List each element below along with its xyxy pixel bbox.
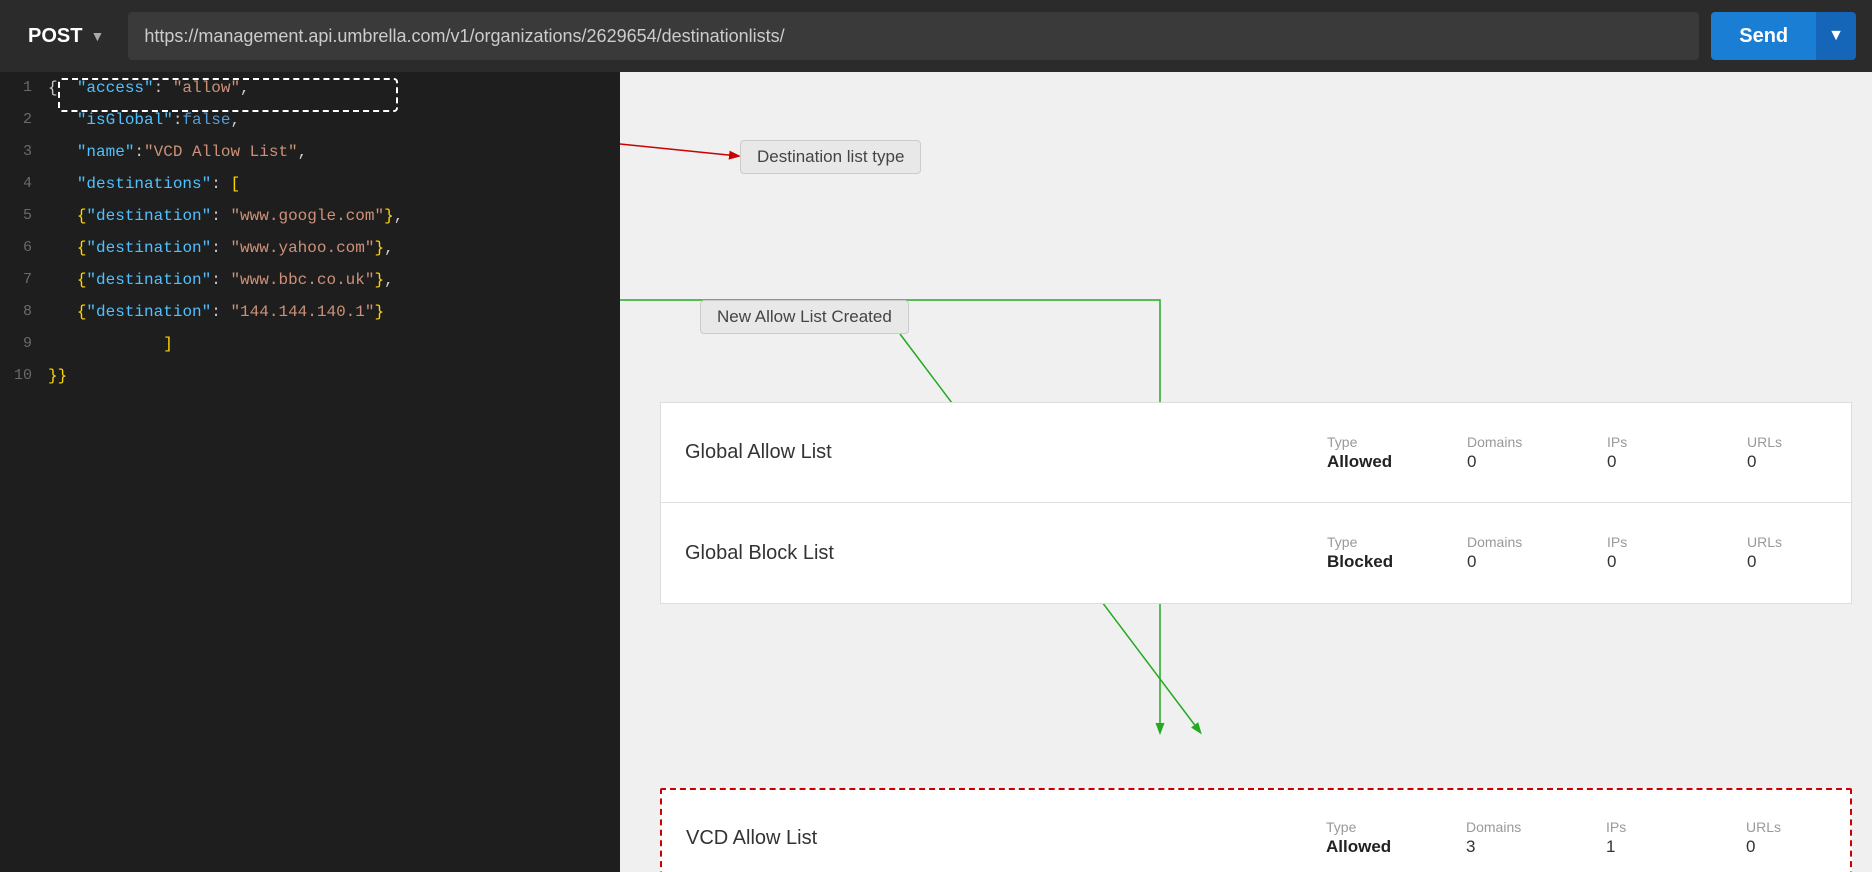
stat-ips-vcd-allow: IPs 1	[1606, 819, 1686, 857]
send-button[interactable]: Send	[1711, 12, 1816, 60]
line-num-10: 10	[0, 362, 48, 390]
row-stats-vcd-allow: Type Allowed Domains 3 IPs 1 URLs 0	[1326, 819, 1826, 857]
line-content-10: }}	[48, 362, 67, 390]
stat-domains-vcd-allow: Domains 3	[1466, 819, 1546, 857]
new-allow-list-label: New Allow List Created	[700, 300, 909, 334]
line-num-5: 5	[0, 202, 48, 230]
row-name-global-allow: Global Allow List	[685, 441, 965, 464]
line-num-6: 6	[0, 234, 48, 262]
line-content-6: {"destination": "www.yahoo.com"},	[48, 234, 394, 262]
code-line-9: 9 ]	[0, 328, 620, 360]
stat-domains-global-allow: Domains 0	[1467, 434, 1547, 472]
code-line-4: 4 "destinations": [	[0, 168, 620, 200]
url-input[interactable]	[128, 12, 1699, 60]
line-content-2: "isGlobal":false,	[48, 106, 240, 134]
stat-urls-global-block: URLs 0	[1747, 534, 1827, 572]
destination-lists-table: Global Allow List Type Allowed Domains 0…	[660, 402, 1852, 604]
line-content-4: "destinations": [	[48, 170, 240, 198]
row-name-vcd-allow: VCD Allow List	[686, 827, 966, 850]
line-content-5: {"destination": "www.google.com"},	[48, 202, 403, 230]
row-name-global-block: Global Block List	[685, 542, 965, 565]
line-content-7: {"destination": "www.bbc.co.uk"},	[48, 266, 394, 294]
stat-domains-global-block: Domains 0	[1467, 534, 1547, 572]
method-chevron-icon: ▼	[90, 28, 104, 44]
dest-list-type-label: Destination list type	[740, 140, 921, 174]
main-content: 1 { "access": "allow", 2 "isGlobal":fals…	[0, 72, 1872, 872]
stat-urls-vcd-allow: URLs 0	[1746, 819, 1826, 857]
line-num-4: 4	[0, 170, 48, 198]
table-row-global-allow[interactable]: Global Allow List Type Allowed Domains 0…	[661, 403, 1851, 503]
method-label: POST	[28, 25, 82, 48]
code-line-5: 5 {"destination": "www.google.com"},	[0, 200, 620, 232]
line-num-2: 2	[0, 106, 48, 134]
stat-ips-global-block: IPs 0	[1607, 534, 1687, 572]
line-num-1: 1	[0, 74, 48, 102]
stat-urls-global-allow: URLs 0	[1747, 434, 1827, 472]
code-line-8: 8 {"destination": "144.144.140.1"}	[0, 296, 620, 328]
top-bar: POST ▼ Send ▼	[0, 0, 1872, 72]
line-num-8: 8	[0, 298, 48, 326]
line-content-1: { "access": "allow",	[48, 74, 250, 102]
code-line-2: 2 "isGlobal":false,	[0, 104, 620, 136]
send-button-group: Send ▼	[1711, 12, 1856, 60]
right-panel: Destination list type New Allow List Cre…	[620, 72, 1872, 872]
code-panel: 1 { "access": "allow", 2 "isGlobal":fals…	[0, 72, 620, 872]
code-line-6: 6 {"destination": "www.yahoo.com"},	[0, 232, 620, 264]
line-content-9: ]	[48, 330, 173, 358]
stat-type-global-allow: Type Allowed	[1327, 434, 1407, 472]
line-content-3: "name":"VCD Allow List",	[48, 138, 307, 166]
code-line-1: 1 { "access": "allow",	[0, 72, 620, 104]
stat-type-global-block: Type Blocked	[1327, 534, 1407, 572]
code-line-3: 3 "name":"VCD Allow List",	[0, 136, 620, 168]
code-line-10: 10 }}	[0, 360, 620, 392]
send-dropdown-button[interactable]: ▼	[1816, 12, 1856, 60]
table-row-global-block[interactable]: Global Block List Type Blocked Domains 0…	[661, 503, 1851, 603]
row-stats-global-allow: Type Allowed Domains 0 IPs 0 URLs 0	[1327, 434, 1827, 472]
row-stats-global-block: Type Blocked Domains 0 IPs 0 URLs 0	[1327, 534, 1827, 572]
code-lines: 1 { "access": "allow", 2 "isGlobal":fals…	[0, 72, 620, 392]
line-num-3: 3	[0, 138, 48, 166]
table-row-vcd-allow[interactable]: VCD Allow List Type Allowed Domains 3 IP…	[660, 788, 1852, 872]
code-line-7: 7 {"destination": "www.bbc.co.uk"},	[0, 264, 620, 296]
line-num-9: 9	[0, 330, 48, 358]
method-dropdown[interactable]: POST ▼	[16, 17, 116, 56]
line-num-7: 7	[0, 266, 48, 294]
line-content-8: {"destination": "144.144.140.1"}	[48, 298, 384, 326]
stat-type-vcd-allow: Type Allowed	[1326, 819, 1406, 857]
stat-ips-global-allow: IPs 0	[1607, 434, 1687, 472]
